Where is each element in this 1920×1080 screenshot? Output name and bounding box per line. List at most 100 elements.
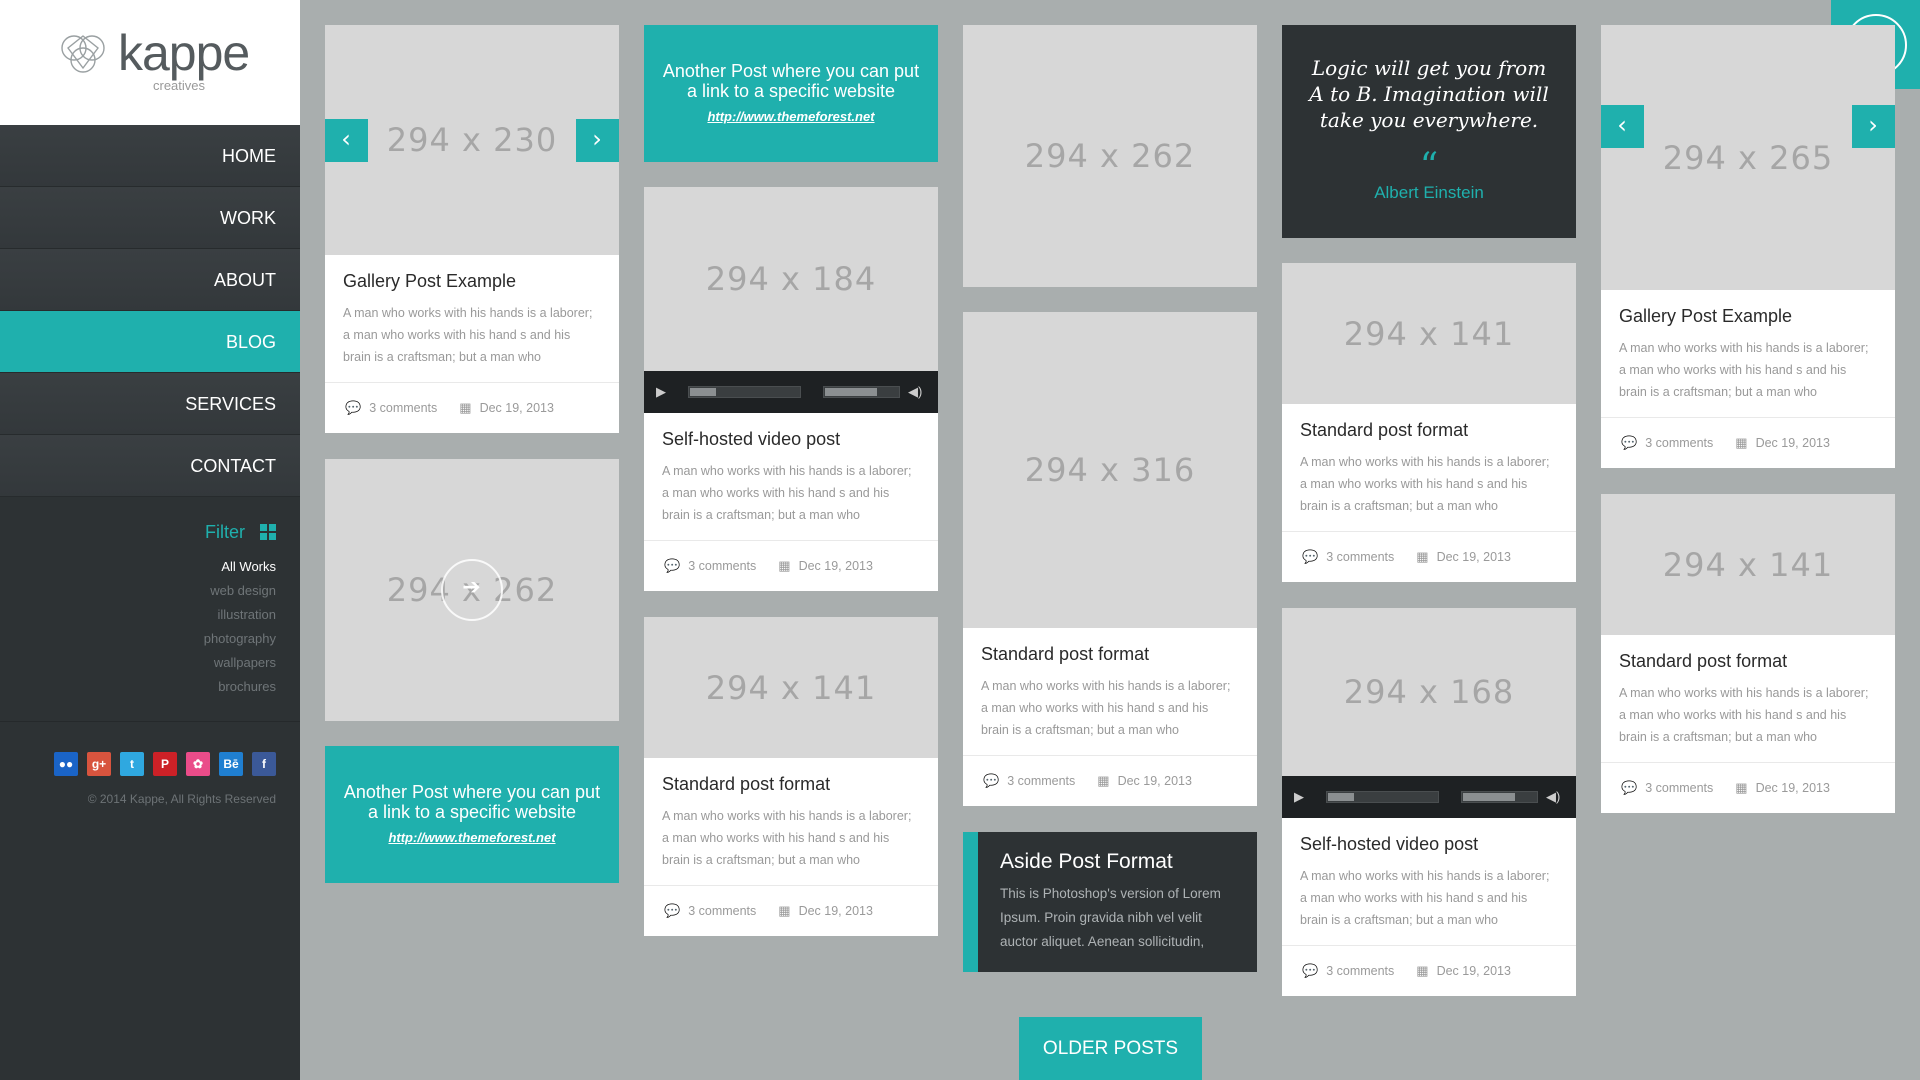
google-plus-icon[interactable]: g+ [87, 752, 111, 776]
gallery-post-card: 294 x 265 ‹ › Gallery Post Example A man… [1601, 25, 1895, 468]
post-body: Standard post format A man who works wit… [963, 628, 1257, 806]
post-meta: 💬 3 comments ▦ Dec 19, 2013 [1601, 762, 1895, 813]
volume-bar[interactable] [823, 386, 900, 398]
quote-text: Logic will get you from A to B. Imaginat… [1309, 56, 1549, 132]
nav-item-blog[interactable]: BLOG [0, 311, 300, 373]
gallery-prev-button[interactable]: ‹ [1601, 104, 1644, 148]
post-excerpt: A man who works with his hands is a labo… [343, 306, 593, 364]
progress-bar[interactable] [688, 386, 801, 398]
play-icon[interactable] [441, 559, 503, 621]
play-icon[interactable]: ▶ [1294, 789, 1318, 805]
post-body: Gallery Post Example A man who works wit… [325, 255, 619, 433]
post-excerpt: A man who works with his hands is a labo… [662, 464, 912, 522]
post-excerpt: A man who works with his hands is a labo… [1619, 341, 1869, 399]
image-placeholder-label: 294 x 141 [1662, 545, 1834, 584]
nav-item-services[interactable]: SERVICES [0, 373, 300, 435]
link-post-body: Another Post where you can put a link to… [644, 25, 938, 162]
post-meta: 💬 3 comments ▦ Dec 19, 2013 [1282, 531, 1576, 582]
post-image: 294 x 262 [963, 25, 1257, 287]
post-excerpt: A man who works with his hands is a labo… [1619, 686, 1869, 744]
quote-author: Albert Einstein [1374, 183, 1484, 202]
filter-item-web-design[interactable]: web design [0, 579, 300, 603]
comment-icon: 💬 [1621, 780, 1638, 795]
comment-count[interactable]: 3 comments [688, 559, 756, 573]
standard-post-card: 294 x 141 Standard post format A man who… [1601, 494, 1895, 813]
brand-name: kappe [118, 25, 250, 81]
image-placeholder-label: 294 x 168 [1343, 673, 1515, 711]
older-posts-button[interactable]: OLDER POSTS [1019, 1017, 1202, 1080]
filter-item-brochures[interactable]: brochures [0, 675, 300, 699]
facebook-icon[interactable]: f [252, 752, 276, 776]
comment-count[interactable]: 3 comments [1645, 781, 1713, 795]
nav-item-work[interactable]: WORK [0, 187, 300, 249]
link-post-url[interactable]: http://www.themeforest.net [662, 109, 920, 124]
post-date: Dec 19, 2013 [479, 401, 554, 415]
volume-icon[interactable]: ◀) [908, 384, 922, 400]
post-body: Self-hosted video post A man who works w… [644, 413, 938, 591]
post-title[interactable]: Standard post format [1619, 651, 1877, 672]
volume-bar[interactable] [1461, 791, 1538, 803]
play-icon[interactable]: ▶ [656, 384, 680, 400]
post-body: Gallery Post Example A man who works wit… [1601, 290, 1895, 468]
post-title[interactable]: Self-hosted video post [1300, 834, 1558, 855]
behance-icon[interactable]: Bē [219, 752, 243, 776]
post-image: 294 x 184 [644, 187, 938, 371]
post-excerpt: A man who works with his hands is a labo… [981, 679, 1231, 737]
gallery-next-button[interactable]: › [1852, 104, 1895, 148]
nav-item-contact[interactable]: CONTACT [0, 435, 300, 497]
flickr-icon[interactable]: ●● [54, 752, 78, 776]
post-title[interactable]: Standard post format [662, 774, 920, 795]
nav-item-home[interactable]: HOME [0, 125, 300, 187]
post-title[interactable]: Standard post format [1300, 420, 1558, 441]
filter-item-photography[interactable]: photography [0, 627, 300, 651]
post-meta: 💬 3 comments ▦ Dec 19, 2013 [963, 755, 1257, 806]
nav-item-about[interactable]: ABOUT [0, 249, 300, 311]
twitter-icon[interactable]: t [120, 752, 144, 776]
video-thumb-post-card: 294 x 262 [325, 459, 619, 721]
dribbble-icon[interactable]: ✿ [186, 752, 210, 776]
comment-icon: 💬 [1621, 435, 1638, 450]
post-image: 294 x 316 [963, 312, 1257, 628]
volume-icon[interactable]: ◀) [1546, 789, 1560, 805]
progress-bar[interactable] [1326, 791, 1439, 803]
post-image: 294 x 265 ‹ › [1601, 25, 1895, 290]
social-links: ●● g+ t P ✿ Bē f [0, 752, 300, 776]
link-post-body: Another Post where you can put a link to… [325, 746, 619, 883]
image-placeholder-label: 294 x 316 [1024, 451, 1196, 489]
gallery-prev-button[interactable]: ‹ [325, 119, 368, 162]
image-placeholder-label: 294 x 262 [1024, 137, 1196, 175]
image-placeholder-label: 294 x 265 [1662, 138, 1834, 177]
post-title[interactable]: Gallery Post Example [343, 271, 601, 292]
filter-header[interactable]: Filter [0, 517, 300, 547]
logo[interactable]: kappe creatives [0, 0, 300, 125]
copyright: © 2014 Kappe, All Rights Reserved [87, 792, 276, 806]
calendar-icon: ▦ [778, 558, 791, 573]
comment-count[interactable]: 3 comments [1326, 550, 1394, 564]
comment-count[interactable]: 3 comments [1645, 436, 1713, 450]
calendar-icon: ▦ [1097, 773, 1110, 788]
comment-icon: 💬 [983, 773, 1000, 788]
link-post-url[interactable]: http://www.themeforest.net [343, 830, 601, 845]
pinterest-icon[interactable]: P [153, 752, 177, 776]
filter-item-wallpapers[interactable]: wallpapers [0, 651, 300, 675]
aside-post-text: This is Photoshop's version of Lorem Ips… [1000, 886, 1221, 949]
comment-count[interactable]: 3 comments [1007, 774, 1075, 788]
quote-post-card: Logic will get you from A to B. Imaginat… [1282, 25, 1576, 238]
gallery-next-button[interactable]: › [576, 119, 619, 162]
post-title[interactable]: Self-hosted video post [662, 429, 920, 450]
comment-icon: 💬 [664, 903, 681, 918]
filter-item-illustration[interactable]: illustration [0, 603, 300, 627]
post-image: 294 x 168 [1282, 608, 1576, 776]
image-placeholder-label: 294 x 184 [705, 260, 877, 298]
comment-count[interactable]: 3 comments [688, 904, 756, 918]
sidebar: kappe creatives HOME WORK ABOUT BLOG SER… [0, 0, 300, 1080]
filter-item-all-works[interactable]: All Works [0, 555, 300, 579]
aside-post-title[interactable]: Aside Post Format [1000, 850, 1239, 874]
comment-icon: 💬 [1302, 963, 1319, 978]
post-excerpt: A man who works with his hands is a labo… [1300, 869, 1550, 927]
post-title[interactable]: Standard post format [981, 644, 1239, 665]
post-title[interactable]: Gallery Post Example [1619, 306, 1877, 327]
post-date: Dec 19, 2013 [1755, 781, 1830, 795]
comment-count[interactable]: 3 comments [1326, 964, 1394, 978]
comment-count[interactable]: 3 comments [369, 401, 437, 415]
